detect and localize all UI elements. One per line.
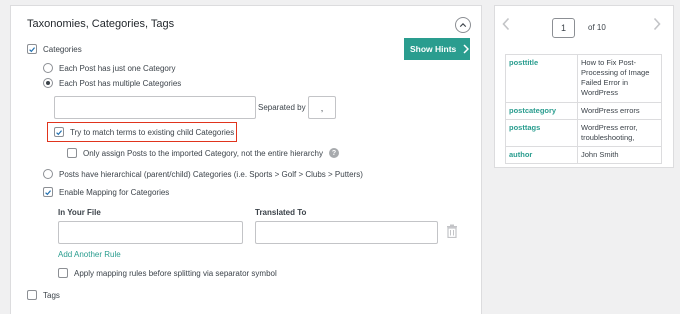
preview-table: posttitle How to Fix Post-Processing of … [505,54,662,165]
in-your-file-header: In Your File [58,208,101,217]
translated-to-input[interactable] [255,221,438,244]
table-row: posttitle How to Fix Post-Processing of … [505,54,662,103]
collapse-button[interactable] [455,17,471,33]
checkmark-icon [45,189,52,195]
radio-hierarchical-label: Posts have hierarchical (parent/child) C… [59,169,363,179]
trash-icon[interactable] [446,224,458,238]
match-child-option[interactable]: Try to match terms to existing child Cat… [54,127,234,137]
page-number-input[interactable]: 1 [552,18,575,38]
category-input[interactable] [54,96,256,119]
radio-multiple-categories[interactable]: Each Post has multiple Categories [43,78,181,88]
help-icon[interactable]: ? [328,148,339,158]
apply-before-checkbox[interactable] [58,268,68,278]
field-key: author [505,145,578,165]
checkmark-icon [29,46,36,52]
radio-multiple-categories-label: Each Post has multiple Categories [59,78,182,88]
radio-multiple-categories-input[interactable] [43,78,53,88]
table-row: author John Smith [505,145,662,165]
enable-mapping-checkbox[interactable] [43,187,53,197]
field-value: John Smith [577,145,662,165]
match-child-checkbox[interactable] [54,127,64,137]
categories-option[interactable]: Categories [27,44,82,54]
enable-mapping-option[interactable]: Enable Mapping for Categories [43,187,169,197]
chevron-up-icon [459,23,467,27]
panel-title: Taxonomies, Categories, Tags [27,18,175,30]
field-key: posttags [505,118,578,147]
radio-one-category-input[interactable] [43,63,53,73]
show-hints-button[interactable]: Show Hints [404,38,470,60]
categories-checkbox[interactable] [27,44,37,54]
only-assign-option[interactable]: Only assign Posts to the imported Catego… [67,148,339,158]
field-key: postcategory [505,101,578,120]
checkmark-icon [56,129,63,135]
only-assign-checkbox[interactable] [67,148,77,158]
chevron-right-icon [461,38,471,60]
table-row: posttags WordPress error, troubleshootin… [505,118,662,147]
field-value: WordPress errors [577,101,662,120]
radio-one-category[interactable]: Each Post has just one Category [43,63,176,73]
only-assign-label: Only assign Posts to the imported Catego… [83,148,323,158]
table-row: postcategory WordPress errors [505,101,662,120]
enable-mapping-label: Enable Mapping for Categories [59,187,170,197]
tags-option[interactable]: Tags [27,290,60,300]
separator-label: Separated by [258,103,306,112]
tags-label: Tags [43,290,60,300]
show-hints-label: Show Hints [410,44,457,54]
preview-panel: 1 of 10 posttitle How to Fix Post-Proces… [494,5,674,168]
tags-checkbox[interactable] [27,290,37,300]
field-value: How to Fix Post-Processing of Image Fail… [577,54,662,103]
apply-before-option[interactable]: Apply mapping rules before splitting via… [58,268,277,278]
translated-to-header: Translated To [255,208,307,217]
radio-hierarchical-input[interactable] [43,169,53,179]
radio-one-category-label: Each Post has just one Category [59,63,176,73]
radio-hierarchical[interactable]: Posts have hierarchical (parent/child) C… [43,169,363,179]
page-count: of 10 [588,23,606,32]
in-your-file-input[interactable] [58,221,243,244]
apply-before-label: Apply mapping rules before splitting via… [74,268,277,278]
add-another-rule-link[interactable]: Add Another Rule [58,250,121,259]
separator-input[interactable]: , [308,96,336,119]
chevron-right-icon[interactable] [652,17,662,31]
chevron-left-icon[interactable] [501,17,511,31]
field-value: WordPress error, troubleshooting, [577,118,662,147]
field-key: posttitle [505,54,578,103]
match-child-label: Try to match terms to existing child Cat… [70,127,235,137]
categories-label: Categories [43,44,82,54]
